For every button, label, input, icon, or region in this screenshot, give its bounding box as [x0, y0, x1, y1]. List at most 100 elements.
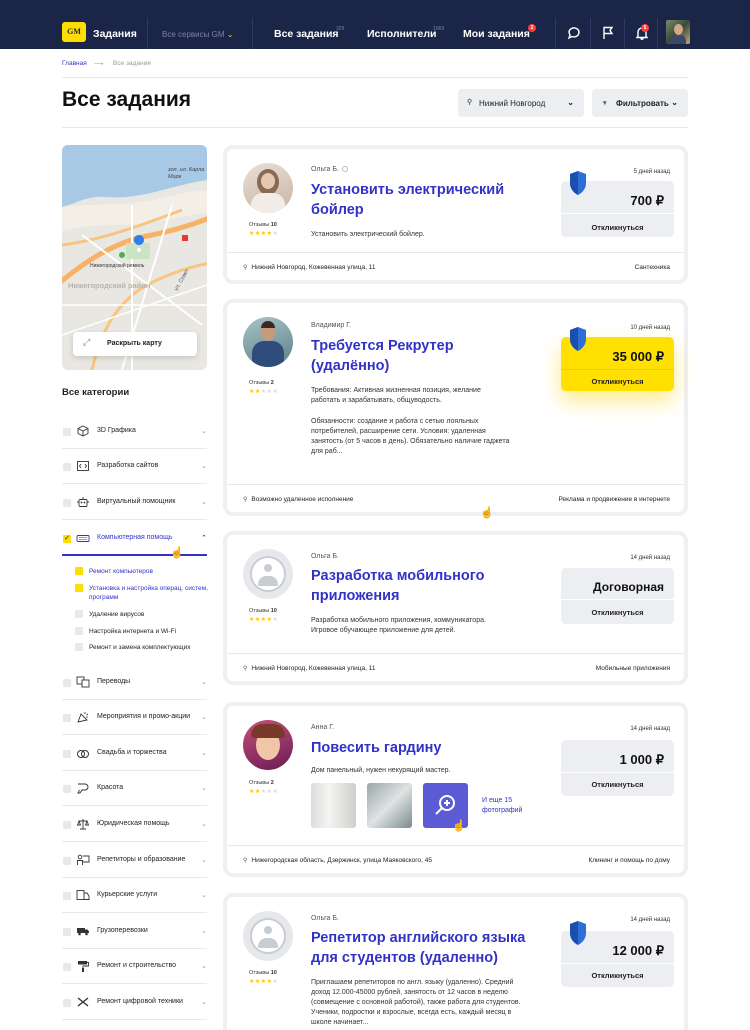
category-translations[interactable]: Переводы ⌄	[62, 665, 207, 700]
task-price: 700 ₽	[630, 193, 664, 208]
chevron-down-icon: ⌄	[671, 98, 678, 107]
category-3d[interactable]: 3D Графика ⌄	[62, 414, 207, 449]
tools-icon	[77, 997, 89, 1007]
breadcrumb-current: Все задания	[113, 60, 151, 67]
category-digital-repair[interactable]: Ремонт цифровой техники ⌄	[62, 985, 207, 1020]
task-description: Установить электрический бойлер.	[311, 231, 425, 238]
task-title[interactable]: Установить электрический бойлер	[311, 180, 521, 220]
task-price: 35 000 ₽	[612, 349, 664, 364]
hairdryer-icon	[77, 783, 89, 794]
price-box: Договорная Откликнуться	[561, 568, 674, 624]
task-title[interactable]: Разработка мобильного приложения	[311, 566, 521, 606]
rating-stars: ★★★★★	[249, 979, 279, 985]
task-photo[interactable]	[367, 783, 412, 828]
task-card[interactable]: Отзывы 10 ★★★★★ Ольга Б. Репетитор англи…	[223, 893, 688, 1030]
task-description: Приглашаем репетиторов по англ. языку (у…	[311, 979, 521, 1026]
task-card[interactable]: Отзывы 2 ★★★★★ Анна Г. Повесить гардину …	[223, 702, 688, 877]
respond-button[interactable]: Откликнуться	[561, 223, 674, 232]
task-card[interactable]: Отзывы 2 ★★★★★ Владимир Г. Требуется Рек…	[223, 299, 688, 516]
category-computer-help[interactable]: ✓ Компьютерная помощь ⌃	[62, 521, 207, 556]
city-select[interactable]: ⚲ Нижний Новгород ⌄	[458, 89, 584, 117]
task-category[interactable]: Мобильные приложения	[596, 665, 670, 672]
nav-my-tasks[interactable]: Мои задания	[463, 28, 530, 40]
respond-button[interactable]: Откликнуться	[561, 780, 674, 789]
user-avatar[interactable]	[666, 20, 690, 44]
author-avatar[interactable]	[243, 720, 293, 770]
task-category[interactable]: Клининг и помощь по дому	[588, 857, 670, 864]
rating-stars: ★★★★★	[249, 389, 279, 395]
chevron-down-icon: ⌄	[226, 30, 234, 39]
category-checkbox[interactable]	[63, 428, 71, 436]
chevron-down-icon: ⌄	[201, 499, 207, 506]
task-date: 14 дней назад	[630, 917, 670, 923]
category-checkbox-checked[interactable]: ✓	[63, 535, 71, 543]
task-date: 10 дней назад	[630, 325, 670, 331]
expand-icon: ⤢	[83, 337, 91, 347]
chat-icon[interactable]	[567, 26, 581, 40]
task-category[interactable]: Сантехника	[635, 264, 670, 271]
task-author[interactable]: Ольга Б.	[311, 915, 339, 922]
services-dropdown[interactable]: Все сервисы GM ⌄	[162, 30, 233, 39]
map-label-kremlin: Нижегородский ремиль	[90, 263, 145, 269]
task-author[interactable]: Анна Г.	[311, 724, 334, 731]
task-author[interactable]: Ольга Б.	[311, 166, 348, 173]
task-author[interactable]: Владимир Г.	[311, 322, 351, 329]
category-web[interactable]: Разработка сайтов ⌄	[62, 449, 207, 484]
task-author[interactable]: Ольга Б.	[311, 553, 339, 560]
reviews-count: Отзывы 10	[249, 608, 277, 614]
category-beauty[interactable]: Красота ⌄	[62, 771, 207, 806]
top-bar: GM Задания Все сервисы GM ⌄ Все задания …	[0, 0, 750, 49]
shield-icon	[570, 921, 586, 945]
task-address: Возможно удаленное исполнение	[243, 496, 353, 503]
author-avatar[interactable]	[243, 163, 293, 213]
map-label-river: зоп. ил. Карла Марк	[168, 167, 205, 180]
user-icon	[250, 918, 286, 954]
nav-performers[interactable]: Исполнители	[367, 28, 436, 40]
task-title[interactable]: Репетитор английского языка для студенто…	[311, 928, 536, 968]
category-wedding[interactable]: Свадьба и торжества ⌄	[62, 736, 207, 771]
more-photos-link[interactable]: И еще 15 фотографий	[482, 796, 542, 816]
task-photo[interactable]	[311, 783, 356, 828]
respond-button[interactable]: Откликнуться	[561, 971, 674, 980]
categories-title: Все категории	[62, 387, 130, 398]
author-avatar-placeholder[interactable]	[243, 911, 293, 961]
app-title[interactable]: Задания	[93, 28, 137, 40]
category-repair[interactable]: Ремонт и строительство ⌄	[62, 949, 207, 984]
task-card[interactable]: Отзывы 10 ★★★★★ Ольга Б. Установить элек…	[223, 145, 688, 284]
notification-badge: 5	[641, 24, 649, 32]
scales-icon	[76, 819, 90, 830]
respond-button[interactable]: Откликнуться	[561, 608, 674, 617]
task-date: 14 дней назад	[630, 726, 670, 732]
task-title[interactable]: Повесить гардину	[311, 738, 521, 758]
task-card[interactable]: Отзывы 10 ★★★★★ Ольга Б. Разработка моби…	[223, 531, 688, 685]
reviews-count: Отзывы 2	[249, 380, 274, 386]
category-checkbox[interactable]	[63, 463, 71, 471]
nav-all-tasks[interactable]: Все задания	[274, 28, 339, 40]
respond-button[interactable]: Откликнуться	[561, 377, 674, 386]
verified-icon	[341, 166, 348, 173]
flag-icon[interactable]	[601, 26, 615, 40]
filter-button[interactable]: ▾ Фильтровать ⌄	[592, 89, 688, 117]
category-checkbox[interactable]	[63, 499, 71, 507]
price-box: 35 000 ₽ Откликнуться	[561, 327, 674, 391]
gm-logo[interactable]: GM	[62, 22, 86, 42]
price-box: 1 000 ₽ Откликнуться	[561, 740, 674, 796]
task-price: Договорная	[593, 580, 664, 594]
category-tutors[interactable]: Репетиторы и образование ⌄	[62, 843, 207, 878]
author-avatar-placeholder[interactable]	[243, 549, 293, 599]
map-widget[interactable]: зоп. ил. Карла Марк ул. Совет Нижегородс…	[62, 145, 207, 370]
task-title[interactable]: Требуется Рекрутер (удалённо)	[311, 336, 521, 376]
breadcrumb-home[interactable]: Главная	[62, 60, 87, 67]
category-legal[interactable]: Юридическая помощь ⌄	[62, 807, 207, 842]
price-box: 700 ₽ Откликнуться	[561, 171, 674, 237]
category-freight[interactable]: Грузоперевозки ⌄	[62, 914, 207, 949]
breadcrumb-arrow: ⟶	[94, 61, 104, 68]
expand-map-button[interactable]: ⤢ Раскрыть карту	[73, 332, 197, 356]
category-assistant[interactable]: Виртуальный помощник ⌄	[62, 485, 207, 520]
category-courier[interactable]: Курьерские услуги ⌄	[62, 878, 207, 913]
author-avatar[interactable]	[243, 317, 293, 367]
category-events[interactable]: Мероприятия и промо-акции ⌄	[62, 700, 207, 735]
task-category[interactable]: Реклама и продвижение в интернете	[558, 496, 670, 503]
task-date: 5 дней назад	[633, 169, 670, 175]
truck-icon	[77, 928, 89, 936]
